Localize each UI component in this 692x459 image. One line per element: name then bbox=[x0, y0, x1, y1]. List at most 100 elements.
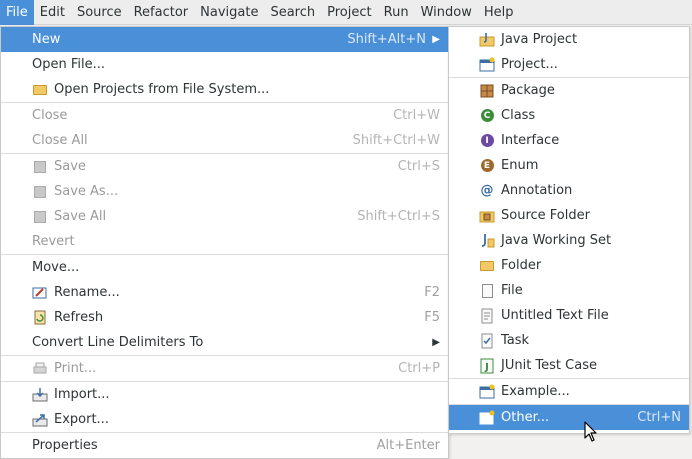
menu-item-save-all[interactable]: Save All Shift+Ctrl+S bbox=[1, 204, 448, 229]
save-icon bbox=[32, 159, 48, 175]
menu-window-label: Window bbox=[420, 4, 472, 20]
menu-item-open-file-label: Open File... bbox=[32, 57, 106, 72]
submenu-item-example[interactable]: Example... bbox=[449, 379, 689, 404]
submenu-item-project-label: Project... bbox=[501, 57, 558, 72]
menu-item-close-all[interactable]: Close All Shift+Ctrl+W bbox=[1, 128, 448, 153]
submenu-item-interface[interactable]: I Interface bbox=[449, 128, 689, 153]
menu-refactor-label: Refactor bbox=[133, 4, 189, 20]
submenu-item-package-label: Package bbox=[501, 83, 555, 98]
menu-item-convert-line-delimiters[interactable]: Convert Line Delimiters To ▶ bbox=[1, 330, 448, 355]
project-icon bbox=[479, 57, 495, 73]
svg-text:J: J bbox=[484, 362, 489, 373]
mouse-cursor-icon bbox=[584, 421, 597, 442]
menu-item-save[interactable]: Save Ctrl+S bbox=[1, 154, 448, 179]
submenu-item-class[interactable]: C Class bbox=[449, 103, 689, 128]
submenu-item-enum[interactable]: E Enum bbox=[449, 153, 689, 178]
menu-window[interactable]: Window bbox=[415, 0, 478, 25]
submenu-item-annotation[interactable]: @ Annotation bbox=[449, 178, 689, 203]
menu-item-new[interactable]: New Shift+Alt+N ▶ bbox=[1, 27, 448, 52]
submenu-item-java-project[interactable]: Java Project bbox=[449, 27, 689, 52]
submenu-item-class-label: Class bbox=[501, 108, 536, 123]
submenu-arrow-icon: ▶ bbox=[432, 337, 440, 348]
menu-item-save-all-label: Save All bbox=[54, 209, 107, 224]
submenu-item-package[interactable]: Package bbox=[449, 78, 689, 103]
menu-project-label: Project bbox=[327, 4, 372, 20]
submenu-item-file[interactable]: File bbox=[449, 278, 689, 303]
import-icon bbox=[32, 387, 48, 403]
menu-file[interactable]: File bbox=[0, 0, 34, 25]
submenu-item-interface-label: Interface bbox=[501, 133, 560, 148]
print-icon bbox=[32, 361, 48, 377]
submenu-item-task[interactable]: Task bbox=[449, 328, 689, 353]
text-file-icon bbox=[479, 308, 495, 324]
menu-item-import-label: Import... bbox=[54, 387, 110, 402]
menu-item-save-as-label: Save As... bbox=[54, 184, 119, 199]
menu-edit-label: Edit bbox=[39, 4, 65, 20]
menu-item-close[interactable]: Close Ctrl+W bbox=[1, 103, 448, 128]
class-icon: C bbox=[479, 108, 495, 124]
submenu-item-other-label: Other... bbox=[501, 410, 550, 425]
menu-item-print[interactable]: Print... Ctrl+P bbox=[1, 356, 448, 381]
menu-item-refresh-accel: F5 bbox=[424, 310, 440, 325]
export-icon bbox=[32, 412, 48, 428]
source-folder-icon bbox=[479, 208, 495, 224]
submenu-item-folder[interactable]: Folder bbox=[449, 253, 689, 278]
menu-navigate[interactable]: Navigate bbox=[194, 0, 264, 25]
folder-icon bbox=[479, 258, 495, 274]
junit-icon: J bbox=[479, 358, 495, 374]
submenu-item-java-working-set[interactable]: Java Working Set bbox=[449, 228, 689, 253]
menu-item-save-all-accel: Shift+Ctrl+S bbox=[357, 209, 440, 224]
open-folder-icon bbox=[32, 82, 48, 98]
menu-source[interactable]: Source bbox=[71, 0, 128, 25]
menu-item-export[interactable]: Export... bbox=[1, 407, 448, 432]
menu-item-open-projects[interactable]: Open Projects from File System... bbox=[1, 77, 448, 102]
file-icon bbox=[479, 283, 495, 299]
menu-item-open-file[interactable]: Open File... bbox=[1, 52, 448, 77]
menu-item-new-accel: Shift+Alt+N bbox=[347, 32, 426, 47]
menu-item-import[interactable]: Import... bbox=[1, 382, 448, 407]
submenu-item-java-working-set-label: Java Working Set bbox=[501, 233, 612, 248]
rename-icon bbox=[32, 285, 48, 301]
submenu-item-java-project-label: Java Project bbox=[501, 32, 578, 47]
save-as-icon bbox=[32, 184, 48, 200]
menu-item-save-label: Save bbox=[54, 159, 86, 174]
menu-item-refresh[interactable]: Refresh F5 bbox=[1, 305, 448, 330]
submenu-item-other-accel: Ctrl+N bbox=[637, 410, 681, 425]
menu-item-close-all-accel: Shift+Ctrl+W bbox=[352, 133, 440, 148]
menu-item-move[interactable]: Move... bbox=[1, 255, 448, 280]
menu-item-revert-label: Revert bbox=[32, 234, 75, 249]
menu-search[interactable]: Search bbox=[264, 0, 321, 25]
menu-help[interactable]: Help bbox=[478, 0, 520, 25]
menu-item-properties[interactable]: Properties Alt+Enter bbox=[1, 433, 448, 458]
submenu-item-other[interactable]: Other... Ctrl+N bbox=[449, 405, 689, 430]
menu-project[interactable]: Project bbox=[321, 0, 377, 25]
menu-item-print-accel: Ctrl+P bbox=[398, 361, 440, 376]
java-working-set-icon bbox=[479, 233, 495, 249]
submenu-item-source-folder[interactable]: Source Folder bbox=[449, 203, 689, 228]
menu-item-revert[interactable]: Revert bbox=[1, 229, 448, 254]
submenu-item-enum-label: Enum bbox=[501, 158, 539, 173]
menu-item-rename[interactable]: Rename... F2 bbox=[1, 280, 448, 305]
menu-item-close-all-label: Close All bbox=[32, 133, 88, 148]
refresh-icon bbox=[32, 310, 48, 326]
menu-run[interactable]: Run bbox=[378, 0, 415, 25]
submenu-item-junit-test-case[interactable]: J JUnit Test Case bbox=[449, 353, 689, 378]
menu-item-refresh-label: Refresh bbox=[54, 310, 104, 325]
menu-file-label: File bbox=[6, 4, 28, 20]
menu-run-label: Run bbox=[383, 4, 409, 20]
other-wizard-icon bbox=[479, 410, 495, 426]
submenu-item-project[interactable]: Project... bbox=[449, 52, 689, 77]
submenu-item-untitled-text-file[interactable]: Untitled Text File bbox=[449, 303, 689, 328]
menu-edit[interactable]: Edit bbox=[34, 0, 71, 25]
menu-refactor[interactable]: Refactor bbox=[128, 0, 195, 25]
save-all-icon bbox=[32, 209, 48, 225]
menu-item-properties-accel: Alt+Enter bbox=[376, 438, 440, 453]
annotation-icon: @ bbox=[480, 183, 494, 198]
submenu-item-untitled-text-file-label: Untitled Text File bbox=[501, 308, 609, 323]
menu-item-convert-label: Convert Line Delimiters To bbox=[32, 335, 204, 350]
submenu-arrow-icon: ▶ bbox=[432, 34, 440, 45]
menu-item-save-as[interactable]: Save As... bbox=[1, 179, 448, 204]
menu-item-close-accel: Ctrl+W bbox=[393, 108, 440, 123]
java-project-icon bbox=[479, 32, 495, 48]
menu-item-move-label: Move... bbox=[32, 260, 80, 275]
